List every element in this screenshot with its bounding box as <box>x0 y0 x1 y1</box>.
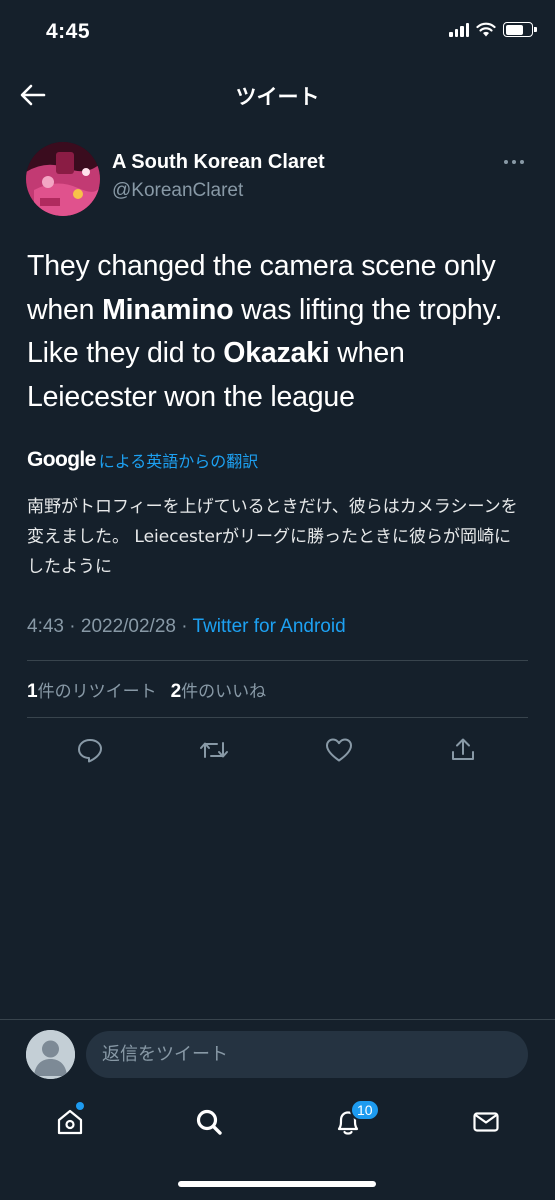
status-time: 4:45 <box>46 20 91 43</box>
home-icon <box>57 1109 83 1135</box>
reply-input[interactable] <box>86 1031 528 1078</box>
home-unread-dot <box>76 1102 84 1110</box>
share-button[interactable] <box>443 730 483 770</box>
mail-icon <box>473 1112 499 1132</box>
author-name[interactable]: A South Korean Claret <box>112 151 325 174</box>
author-handle[interactable]: @KoreanClaret <box>112 180 243 202</box>
meta-separator: · <box>175 616 193 637</box>
retweet-stat[interactable]: 1件のリツイート <box>27 677 157 703</box>
status-bar: 4:45 <box>0 0 555 68</box>
more-options-button[interactable] <box>499 152 529 172</box>
retweet-label: 件のリツイート <box>37 682 157 702</box>
wifi-icon <box>476 22 496 37</box>
like-label: 件のいいね <box>181 682 267 702</box>
tweet-actions <box>0 730 555 770</box>
divider <box>27 717 528 718</box>
more-dot <box>520 160 524 164</box>
translated-text: 南野がトロフィーを上げているときだけ、彼らはカメラシーンを変えました。 Leie… <box>27 497 518 577</box>
cellular-signal-icon <box>449 22 469 37</box>
like-button[interactable] <box>319 730 359 770</box>
tweet-text-bold: Okazaki <box>223 337 330 369</box>
reply-bar <box>0 1019 555 1089</box>
user-avatar[interactable] <box>26 1030 75 1079</box>
like-stat[interactable]: 2件のいいね <box>171 677 267 703</box>
share-icon <box>452 738 474 760</box>
google-logo: Google <box>27 448 96 471</box>
tweet-meta: 4:43 · 2022/02/28 · Twitter for Android <box>27 616 346 638</box>
tweet-date: 2022/02/28 <box>80 616 176 637</box>
heart-icon <box>326 738 352 762</box>
nav-header: ツイート <box>0 68 555 120</box>
reply-button[interactable] <box>70 730 110 770</box>
battery-icon <box>503 22 537 37</box>
meta-separator: · <box>63 616 81 637</box>
tab-messages[interactable] <box>464 1100 508 1144</box>
retweet-count: 1 <box>27 681 38 702</box>
avatar-image <box>26 142 100 216</box>
status-icons <box>449 22 537 37</box>
retweet-button[interactable] <box>194 730 234 770</box>
more-dot <box>504 160 508 164</box>
default-avatar-icon <box>26 1030 75 1079</box>
tweet-time: 4:43 <box>27 616 64 637</box>
translation-label[interactable]: による英語からの翻訳 <box>99 448 259 472</box>
home-indicator <box>178 1181 376 1187</box>
like-count: 2 <box>170 681 182 702</box>
author-avatar[interactable] <box>26 142 100 216</box>
notification-badge: 10 <box>350 1099 380 1121</box>
reply-bubble-icon <box>78 739 102 763</box>
tab-home[interactable] <box>48 1100 92 1144</box>
more-dot <box>512 160 516 164</box>
bottom-tab-bar <box>0 1090 555 1160</box>
divider <box>27 660 528 661</box>
translation-attribution[interactable]: Google による英語からの翻訳 <box>27 447 258 473</box>
tweet-client-link[interactable]: Twitter for Android <box>193 616 346 637</box>
search-icon <box>196 1109 222 1135</box>
retweet-icon <box>200 742 228 758</box>
engagement-stats: 1件のリツイート 2件のいいね <box>27 677 266 703</box>
tab-search[interactable] <box>187 1100 231 1144</box>
tweet-text-bold: Minamino <box>102 293 234 326</box>
tweet-text: They changed the camera scene only when … <box>27 245 537 419</box>
page-title: ツイート <box>235 85 320 109</box>
